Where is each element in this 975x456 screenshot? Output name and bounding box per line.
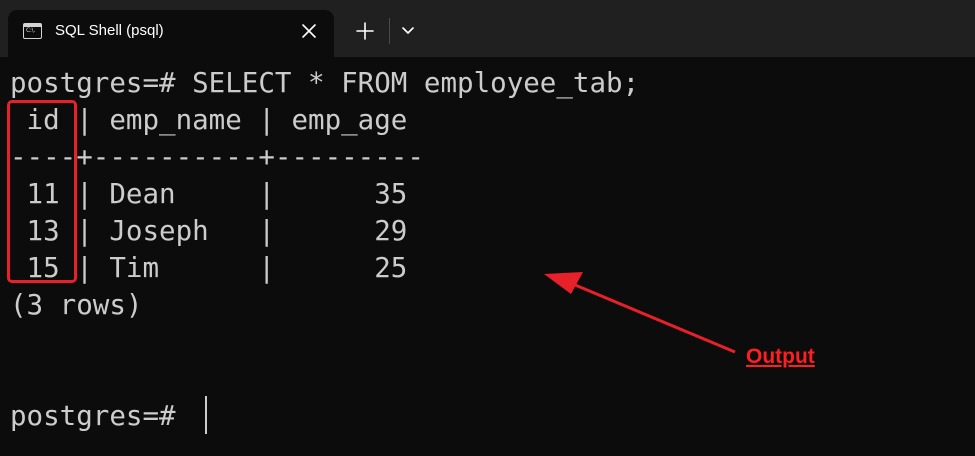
callout-arrow (544, 272, 736, 354)
output-annotation-label: Output (746, 345, 815, 368)
